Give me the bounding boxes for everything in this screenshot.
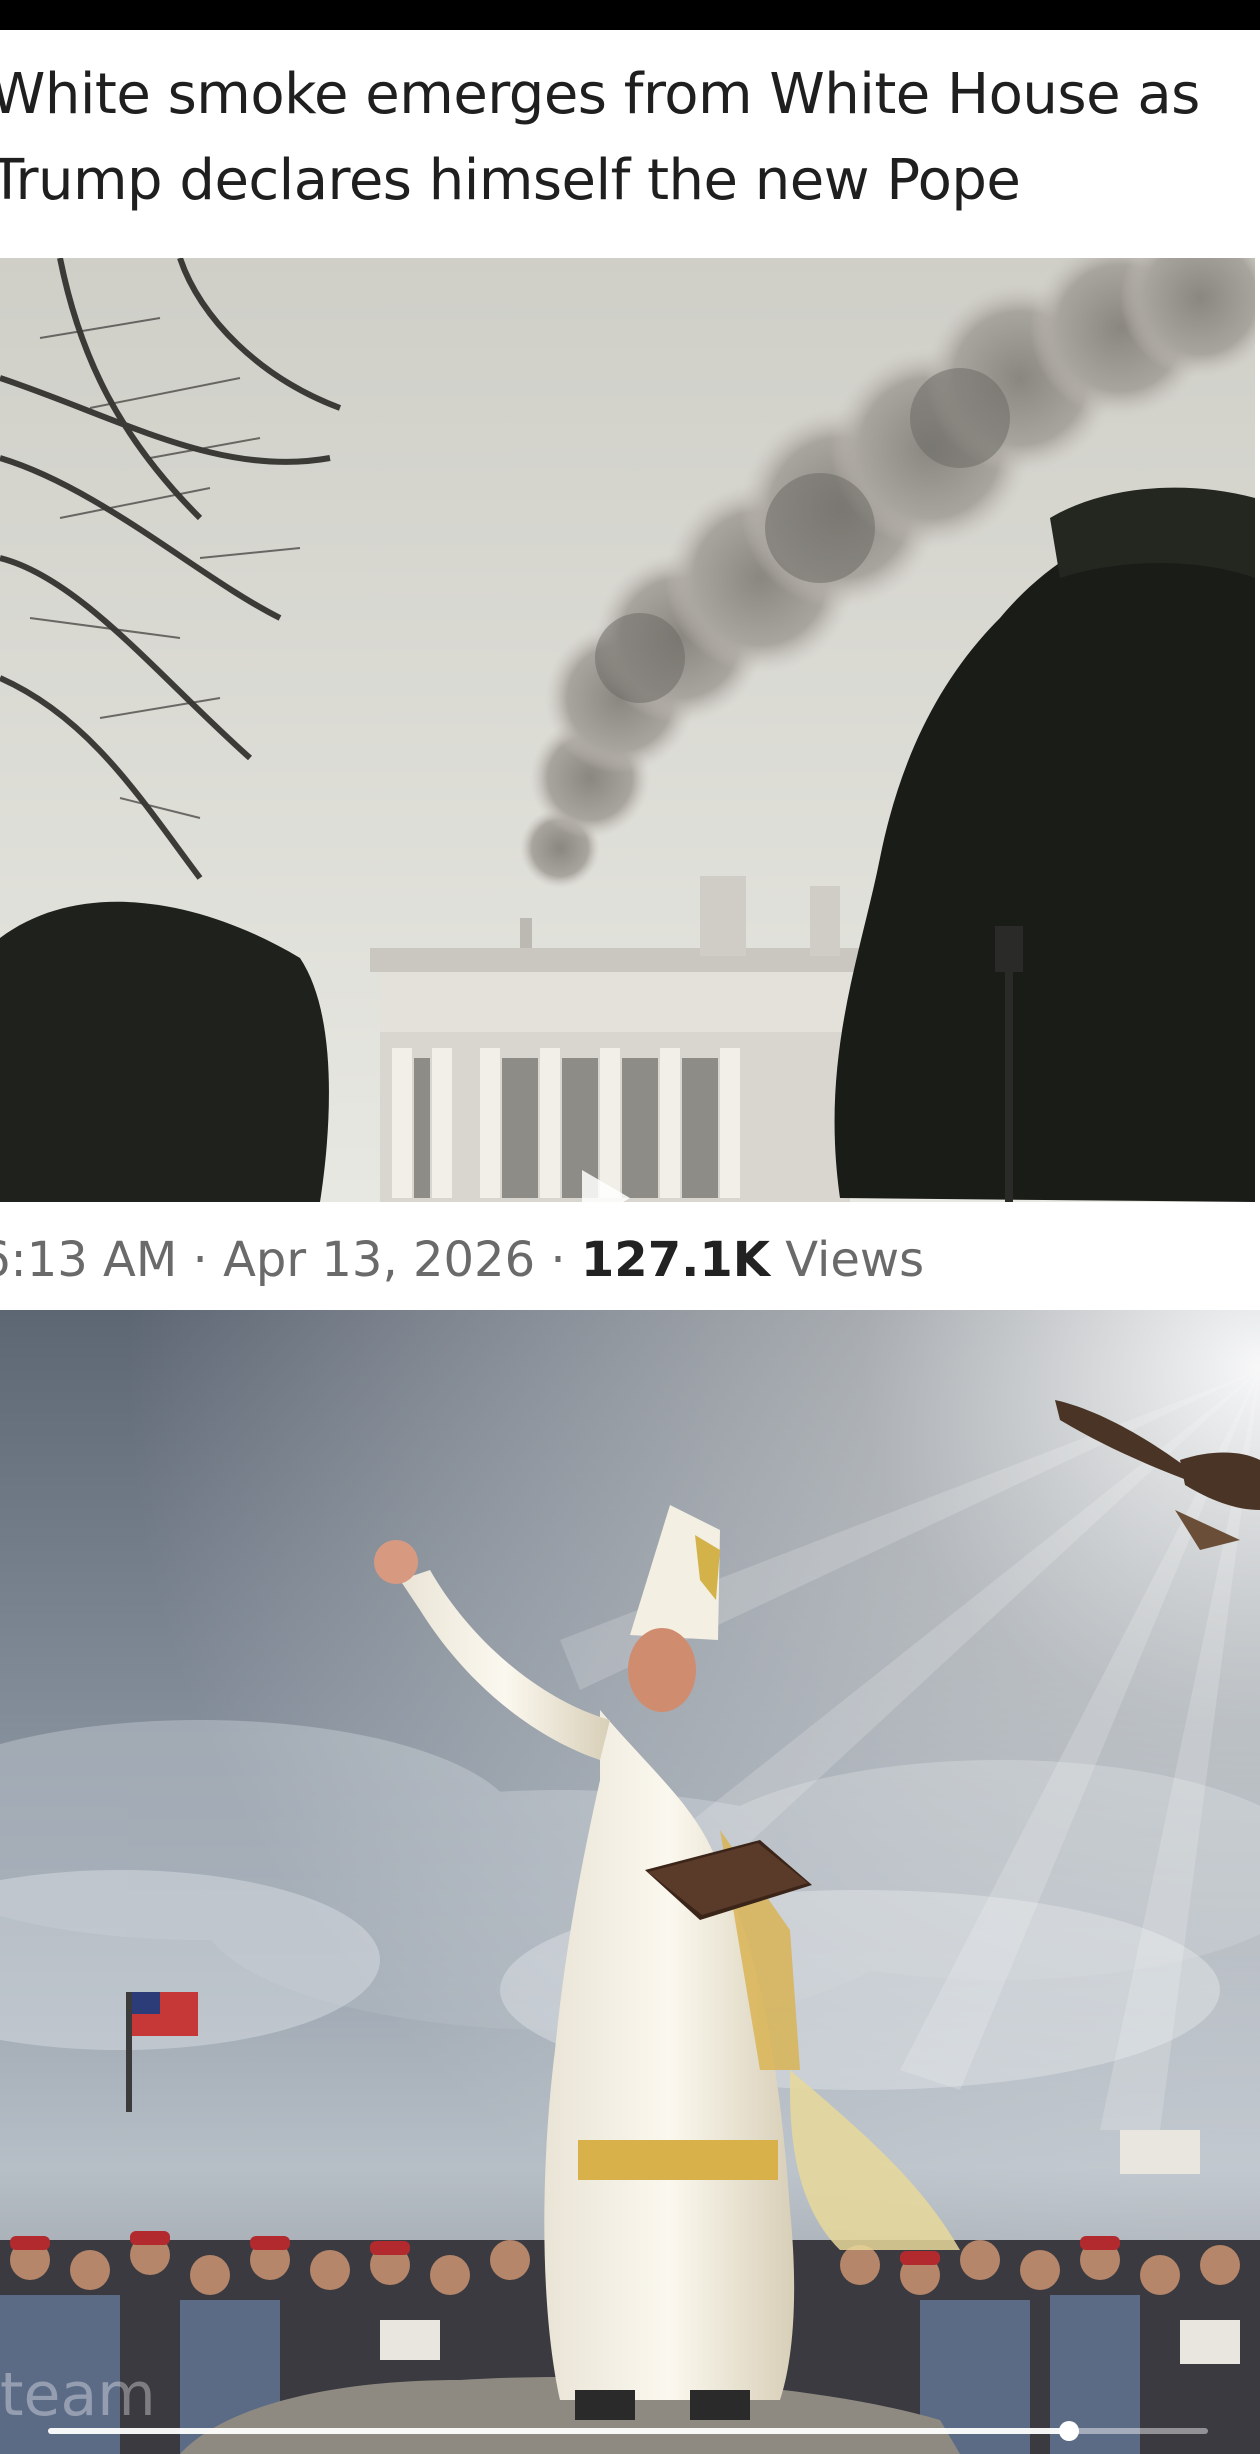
meta-separator: · xyxy=(177,1232,224,1288)
video-progress-bar[interactable] xyxy=(48,2421,1208,2441)
watermark-text: team xyxy=(0,2360,156,2430)
post-time: 6:13 AM xyxy=(0,1232,178,1288)
video-post: White smoke emerges from White House as … xyxy=(0,0,1260,2454)
post-date[interactable]: Apr 13, 2026 xyxy=(223,1232,535,1288)
meta-separator: · xyxy=(535,1232,581,1288)
headline-area: White smoke emerges from White House as … xyxy=(0,40,1260,240)
status-bar xyxy=(0,0,1260,30)
views-count: 127.1K xyxy=(580,1232,770,1288)
post-headline: White smoke emerges from White House as … xyxy=(0,62,1200,213)
pope-figure-crowd-photo[interactable] xyxy=(0,1310,1260,2454)
views-label: Views xyxy=(769,1232,925,1288)
white-house-smoke-photo[interactable] xyxy=(0,258,1255,1202)
video-progress-fill xyxy=(48,2428,1069,2434)
video-progress-knob[interactable] xyxy=(1058,2421,1079,2441)
post-meta-line: 6:13 AM · Apr 13, 2026 · 127.1K Views xyxy=(0,1228,924,1292)
post-meta: 6:13 AM · Apr 13, 2026 · 127.1K Views xyxy=(0,1210,1260,1310)
